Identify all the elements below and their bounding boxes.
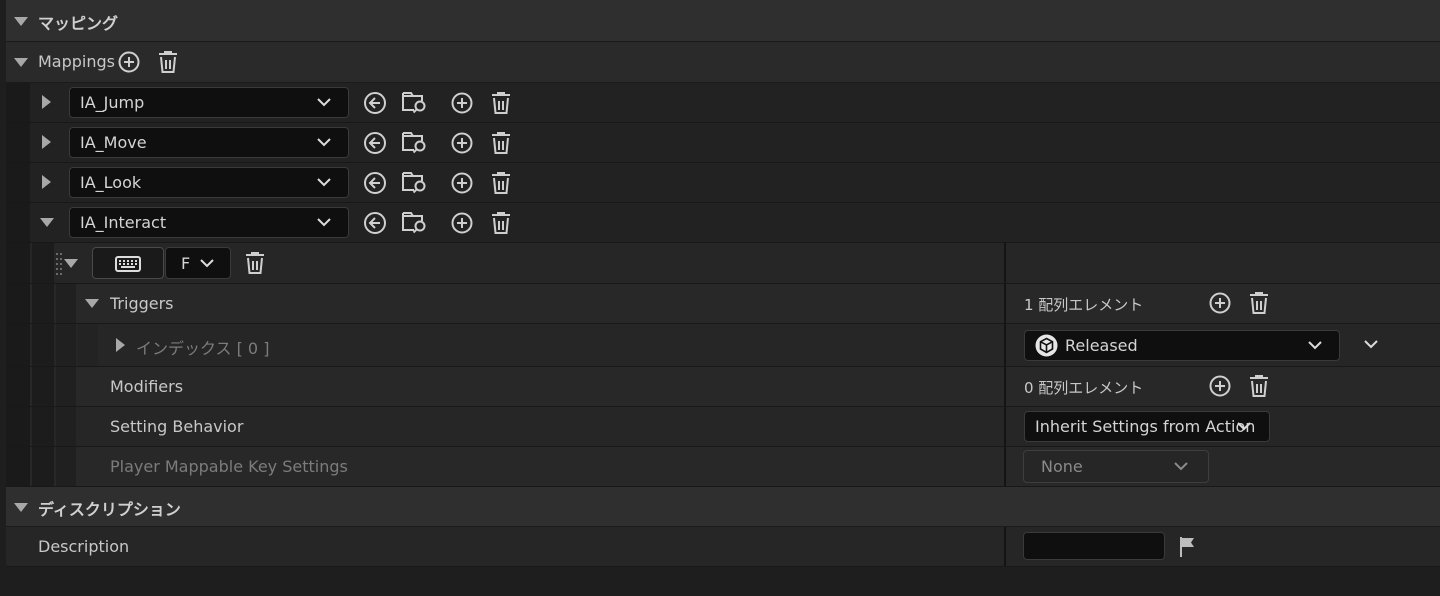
setting-behavior-row: Setting Behavior Inherit Settings from A… — [6, 407, 1440, 447]
description-label: Description — [38, 537, 130, 556]
action-expand-arrow-icon[interactable] — [40, 218, 54, 227]
chevron-down-icon — [1237, 422, 1251, 431]
add-mapping-icon[interactable] — [118, 51, 140, 73]
mappings-label: Mappings — [38, 52, 115, 71]
setting-behavior-value: Inherit Settings from Action — [1035, 417, 1256, 436]
action-name: IA_Move — [80, 133, 147, 152]
action-select-dropdown[interactable]: IA_Interact — [69, 207, 349, 238]
use-selected-asset-icon[interactable] — [363, 171, 387, 195]
delete-key-binding-icon[interactable] — [244, 251, 266, 275]
trigger-type-value: Released — [1065, 336, 1138, 355]
trigger-index-row: インデックス [ 0 ] Released — [6, 324, 1440, 367]
localization-flag-icon[interactable] — [1178, 536, 1200, 558]
use-selected-asset-icon[interactable] — [363, 91, 387, 115]
chevron-down-icon — [200, 259, 214, 268]
action-select-dropdown[interactable]: IA_Move — [69, 127, 349, 158]
trigger-index-label: インデックス [ 0 ] — [136, 339, 270, 358]
chevron-down-icon — [317, 138, 331, 147]
mappings-row: Mappings — [6, 42, 1440, 83]
browse-asset-icon[interactable] — [402, 130, 428, 154]
add-key-binding-icon[interactable] — [451, 172, 473, 194]
trigger-options-chevron-icon[interactable] — [1364, 340, 1378, 350]
browse-asset-icon[interactable] — [402, 90, 428, 114]
browse-asset-icon[interactable] — [402, 210, 428, 234]
triggers-expand-arrow-icon[interactable] — [85, 299, 99, 308]
chevron-down-icon — [317, 218, 331, 227]
setting-behavior-dropdown[interactable]: Inherit Settings from Action — [1024, 411, 1270, 442]
triggers-label: Triggers — [110, 294, 174, 313]
key-binding-expand-arrow-icon[interactable] — [64, 259, 78, 268]
browse-asset-icon[interactable] — [402, 170, 428, 194]
chevron-down-icon — [1174, 462, 1188, 471]
mapping-section-header[interactable]: マッピング — [6, 0, 1440, 42]
key-select-value: F — [181, 254, 191, 273]
player-mappable-dropdown[interactable]: None — [1023, 450, 1209, 483]
modifiers-count: 0 配列エレメント — [1024, 379, 1144, 397]
setting-behavior-label: Setting Behavior — [110, 417, 244, 436]
triggers-row: Triggers 1 配列エレメント — [6, 284, 1440, 324]
use-selected-asset-icon[interactable] — [363, 211, 387, 235]
action-expand-arrow-icon[interactable] — [42, 175, 51, 189]
trigger-class-icon — [1035, 334, 1058, 357]
action-name: IA_Look — [80, 173, 142, 192]
index-expand-arrow-icon[interactable] — [116, 338, 125, 352]
delete-mapping-icon[interactable] — [490, 91, 512, 115]
use-selected-asset-icon[interactable] — [363, 131, 387, 155]
player-mappable-label: Player Mappable Key Settings — [110, 457, 348, 476]
collapse-arrow-icon[interactable] — [14, 503, 28, 512]
modifiers-row: Modifiers 0 配列エレメント — [6, 367, 1440, 407]
action-mapping-row: IA_Jump — [6, 83, 1440, 123]
action-expand-arrow-icon[interactable] — [42, 95, 51, 109]
delete-mapping-icon[interactable] — [490, 171, 512, 195]
description-row: Description — [6, 527, 1440, 567]
add-trigger-icon[interactable] — [1209, 292, 1231, 314]
chevron-down-icon — [317, 98, 331, 107]
chevron-down-icon — [317, 178, 331, 187]
mappings-expand-arrow-icon[interactable] — [14, 58, 28, 67]
delete-mapping-icon[interactable] — [490, 131, 512, 155]
description-section-header[interactable]: ディスクリプション — [6, 487, 1440, 527]
add-key-binding-icon[interactable] — [451, 212, 473, 234]
player-mappable-value: None — [1041, 457, 1083, 476]
add-modifier-icon[interactable] — [1209, 375, 1231, 397]
action-select-dropdown[interactable]: IA_Jump — [69, 87, 349, 118]
action-mapping-row: IA_Look — [6, 163, 1440, 203]
delete-all-triggers-icon[interactable] — [1248, 291, 1270, 315]
key-select-dropdown[interactable]: F — [165, 247, 231, 279]
chevron-down-icon — [1308, 341, 1322, 350]
action-name: IA_Jump — [80, 93, 145, 112]
player-mappable-row: Player Mappable Key Settings None — [6, 447, 1440, 487]
action-name: IA_Interact — [80, 213, 167, 232]
action-mapping-row: IA_Move — [6, 123, 1440, 163]
description-section-title: ディスクリプション — [38, 500, 181, 519]
add-key-binding-icon[interactable] — [451, 132, 473, 154]
action-expand-arrow-icon[interactable] — [42, 135, 51, 149]
action-mapping-row: IA_Interact — [6, 203, 1440, 243]
action-select-dropdown[interactable]: IA_Look — [69, 167, 349, 198]
description-input[interactable] — [1023, 532, 1165, 560]
key-binding-row: F — [6, 243, 1440, 284]
drag-handle-icon[interactable] — [56, 253, 64, 275]
triggers-count: 1 配列エレメント — [1024, 296, 1144, 314]
delete-mapping-icon[interactable] — [490, 211, 512, 235]
modifiers-label: Modifiers — [110, 377, 184, 396]
input-device-button[interactable] — [92, 247, 164, 279]
add-key-binding-icon[interactable] — [451, 92, 473, 114]
trigger-type-dropdown[interactable]: Released — [1024, 330, 1340, 361]
collapse-arrow-icon[interactable] — [14, 17, 28, 26]
delete-all-mappings-icon[interactable] — [157, 50, 179, 74]
mapping-section-title: マッピング — [38, 14, 119, 33]
keyboard-icon — [115, 256, 141, 272]
delete-all-modifiers-icon[interactable] — [1248, 374, 1270, 398]
